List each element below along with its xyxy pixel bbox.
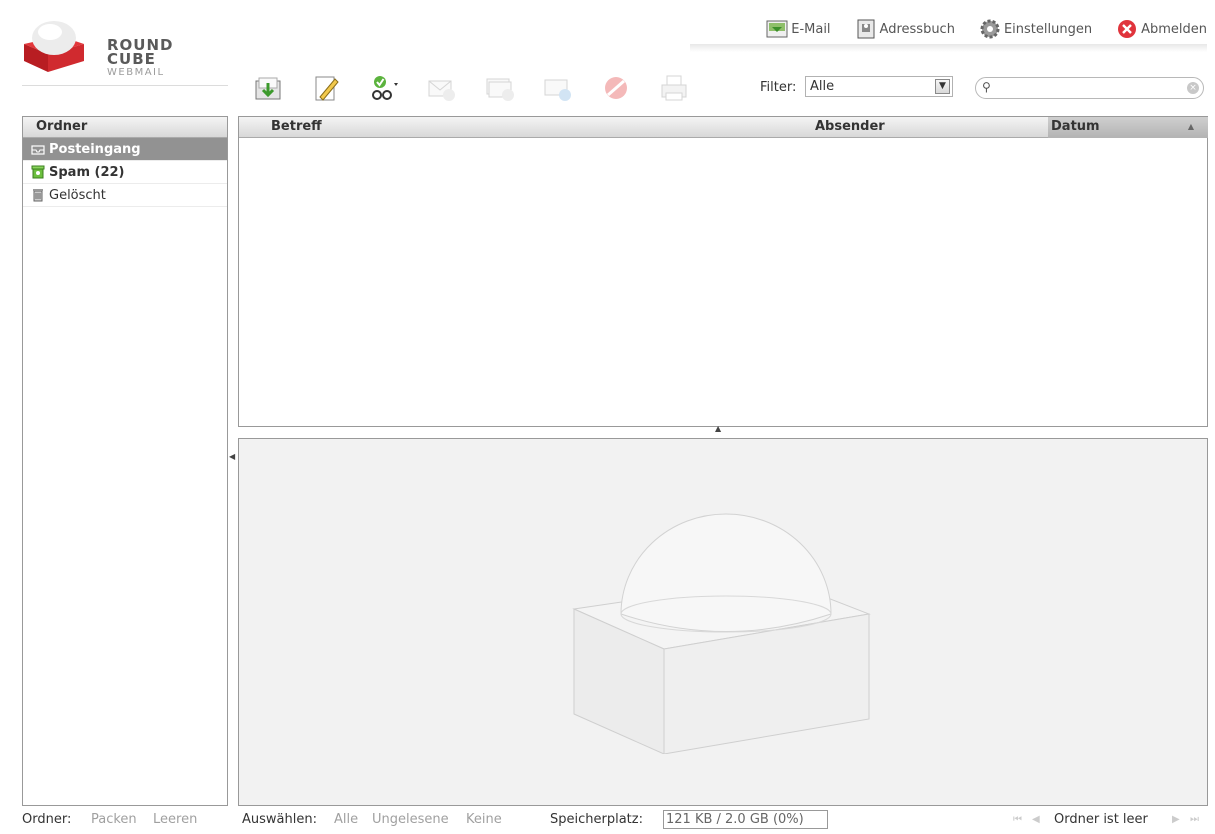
logo-text-webmail: WEBMAIL (107, 67, 165, 78)
folder-panel-title: Ordner (23, 117, 227, 138)
print-icon (661, 75, 687, 101)
email-link[interactable]: E-Mail (766, 18, 831, 40)
inbox-icon (31, 142, 45, 156)
reply-icon (428, 80, 455, 101)
reply-button[interactable] (426, 72, 458, 104)
quota-display: 121 KB / 2.0 GB (0%) (663, 810, 828, 829)
folder-item-label: Gelöscht (49, 187, 106, 203)
message-preview-pane (238, 438, 1208, 806)
logout-link[interactable]: Abmelden (1116, 18, 1207, 40)
footer-folder-label: Ordner: (22, 812, 72, 827)
first-page-icon[interactable]: ⏮ (1013, 814, 1022, 825)
horizontal-splitter-handle[interactable]: ▲ (715, 424, 721, 433)
search-reset-icon[interactable]: × (1187, 82, 1199, 94)
filter-selected-value: Alle (810, 79, 835, 94)
delete-icon (605, 77, 627, 99)
select-none-link[interactable]: Keine (466, 812, 502, 827)
folder-item-label: Spam (22) (49, 164, 125, 180)
compact-folder-link[interactable]: Packen (91, 812, 137, 827)
print-button[interactable] (658, 72, 690, 104)
column-subject[interactable]: Betreff (271, 117, 322, 137)
filter-label: Filter: (760, 80, 797, 95)
logout-link-label: Abmelden (1141, 21, 1207, 37)
delete-button[interactable] (600, 72, 632, 104)
markmessages-button[interactable] (368, 72, 400, 104)
logout-icon (1116, 18, 1138, 40)
logo-text-cube: CUBE (107, 50, 156, 68)
logo-cube-icon (24, 21, 84, 72)
gear-icon (979, 18, 1001, 40)
folder-item-spam[interactable]: Spam (22) (23, 161, 227, 184)
logo-divider (22, 85, 228, 86)
sort-ascending-icon: ▲ (1187, 122, 1194, 131)
message-list-header: Betreff Absender Datum ▲ (239, 117, 1208, 138)
filter-select[interactable]: Alle ▼ (805, 76, 953, 97)
empty-folder-link[interactable]: Leeren (153, 812, 197, 827)
footer-select-label: Auswählen: (242, 812, 317, 827)
addressbook-icon (855, 18, 877, 40)
folder-item-label: Posteingang (49, 141, 141, 157)
compose-button[interactable] (310, 72, 342, 104)
chevron-down-icon: ▼ (935, 79, 950, 94)
taskbar-shadow (690, 44, 1207, 52)
vertical-splitter-handle[interactable]: ◀ (229, 452, 235, 461)
last-page-icon[interactable]: ⏭ (1190, 814, 1199, 825)
checkmail-icon (255, 77, 281, 100)
quota-value: 121 KB / 2.0 GB (0%) (666, 812, 804, 827)
footer-bar: Ordner: Packen Leeren Auswählen: Alle Un… (0, 810, 1215, 832)
roundcube-watermark-icon (572, 513, 871, 754)
next-page-icon[interactable]: ▶ (1172, 814, 1180, 825)
checkmail-button[interactable] (252, 72, 284, 104)
message-count: Ordner ist leer (1054, 812, 1148, 827)
message-list: Betreff Absender Datum ▲ (238, 116, 1208, 427)
settings-link-label: Einstellungen (1003, 21, 1093, 37)
message-toolbar (252, 68, 716, 108)
addressbook-link[interactable]: Adressbuch (855, 18, 955, 40)
folder-panel: Ordner Posteingang Spam (22) Gelöscht (22, 116, 228, 806)
reply-all-button[interactable] (484, 72, 516, 104)
folder-item-trash[interactable]: Gelöscht (23, 184, 227, 207)
addressbook-link-label: Adressbuch (879, 21, 955, 37)
column-from[interactable]: Absender (815, 117, 885, 137)
trash-icon (31, 188, 45, 202)
mail-download-icon (766, 18, 788, 40)
taskbar: E-Mail Adressbuch Einstellungen Abmelden (742, 16, 1207, 42)
previous-page-icon[interactable]: ◀ (1032, 814, 1040, 825)
select-all-link[interactable]: Alle (334, 812, 358, 827)
spam-icon (31, 165, 45, 179)
quota-label: Speicherplatz: (550, 812, 643, 827)
forward-button[interactable] (542, 72, 574, 104)
forward-icon (544, 79, 571, 101)
folder-item-inbox[interactable]: Posteingang (23, 138, 227, 161)
roundcube-logo: ROUND CUBE WEBMAIL (22, 14, 228, 86)
select-unread-link[interactable]: Ungelesene (372, 812, 449, 827)
markmessages-icon (372, 76, 398, 100)
settings-link[interactable]: Einstellungen (979, 18, 1092, 40)
search-input[interactable]: ⚲ × (975, 77, 1204, 99)
reply-all-icon (486, 78, 514, 101)
search-icon[interactable]: ⚲ (982, 80, 991, 94)
column-date[interactable]: Datum ▲ (1048, 117, 1208, 138)
compose-icon (315, 76, 339, 101)
email-link-label: E-Mail (791, 21, 831, 37)
column-date-label: Datum (1051, 119, 1100, 134)
